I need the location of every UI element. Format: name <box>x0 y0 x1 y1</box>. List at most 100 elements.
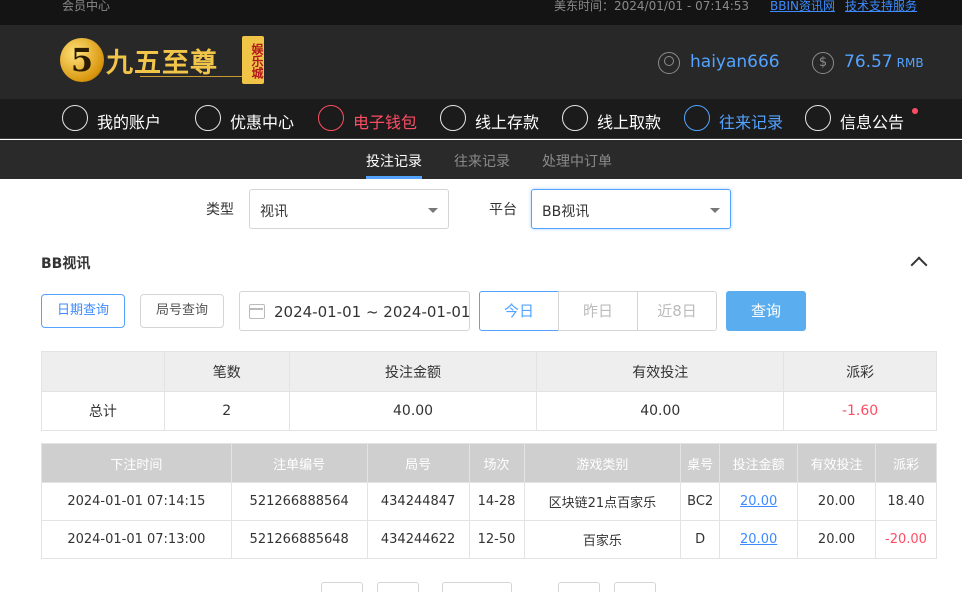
username: haiyan666 <box>690 52 780 72</box>
bet-amount-link[interactable]: 20.00 <box>740 494 777 509</box>
table-cell: 区块链21点百家乐 <box>523 482 682 521</box>
table-header: 场次 <box>468 443 525 483</box>
table-header: 派彩 <box>874 443 938 483</box>
records-icon <box>684 105 710 131</box>
nav-item-label: 信息公告 <box>840 113 905 132</box>
summary-header: 派彩 <box>783 351 937 392</box>
tech-support-link[interactable]: 技术支持服务 <box>845 0 917 12</box>
table-cell: 12-50 <box>468 520 525 559</box>
summary-cell: 40.00 <box>536 391 785 431</box>
summary-header <box>41 351 165 392</box>
logo-badge: 娱乐城 <box>242 36 264 84</box>
chevron-down-icon <box>710 208 720 213</box>
search-button[interactable]: 查询 <box>726 291 806 331</box>
platform-label: 平台 <box>489 202 517 218</box>
header: 5 九五至尊 娱乐城 haiyan666 $ 76.57 RMB <box>0 25 962 99</box>
nav-item-label: 线上取款 <box>597 113 662 132</box>
main-nav: 我的账户 优惠中心 电子钱包 线上存款 线上取款 往来记录 信息公告 <box>0 99 962 139</box>
logo-underline <box>140 76 250 84</box>
summary-cell: 总计 <box>41 391 165 431</box>
type-select[interactable]: 视讯 <box>249 189 449 229</box>
bet-amount-link[interactable]: 20.00 <box>740 532 777 547</box>
table-cell: BC2 <box>680 482 721 521</box>
nav-item-label: 往来记录 <box>719 113 784 132</box>
table-header: 游戏类别 <box>523 443 682 483</box>
round-query-button[interactable]: 局号查询 <box>140 294 224 328</box>
table-cell: 20.00 <box>797 482 876 521</box>
balance-amount: 76.57 <box>844 52 893 72</box>
eastern-time: 美东时间：2024/01/01 - 07:14:53 <box>554 0 750 13</box>
dollar-icon: $ <box>812 52 834 74</box>
table-header: 投注金额 <box>719 443 799 483</box>
logo-emblem-icon: 5 <box>60 38 104 82</box>
nav-item-label: 我的账户 <box>97 113 162 132</box>
notification-dot <box>912 108 918 114</box>
table-cell: 18.40 <box>874 482 938 521</box>
nav-item-label: 优惠中心 <box>230 113 295 132</box>
section-title: BB视讯 <box>41 256 91 272</box>
member-center-label: 会员中心 <box>62 0 111 13</box>
table-cell: 2024-01-01 07:13:00 <box>41 520 232 559</box>
logo-text: 九五至尊 <box>106 48 218 79</box>
type-label: 类型 <box>206 202 234 218</box>
table-header: 下注时间 <box>41 443 232 483</box>
type-select-value: 视讯 <box>260 204 288 220</box>
table-row: 2024-01-01 07:13:00 521266885648 4342446… <box>41 520 938 559</box>
summary-header: 有效投注 <box>536 351 785 392</box>
yesterday-button[interactable]: 昨日 <box>558 291 638 331</box>
table-header: 局号 <box>366 443 470 483</box>
chevron-up-icon[interactable] <box>911 255 925 269</box>
nav-item-label: 线上存款 <box>475 113 540 132</box>
user-icon <box>62 105 88 131</box>
table-cell: 434244622 <box>366 520 470 559</box>
summary-cell: -1.60 <box>783 391 937 431</box>
table-cell: 521266888564 <box>230 482 368 521</box>
top-bar: 会员中心 美东时间：2024/01/01 - 07:14:53 BBIN资讯网 … <box>0 0 962 25</box>
bell-icon <box>805 105 831 131</box>
calendar-icon <box>249 304 265 319</box>
summary-header: 投注金额 <box>288 351 538 392</box>
table-cell: 434244847 <box>366 482 470 521</box>
nav-item-label: 电子钱包 <box>353 113 418 132</box>
summary-row: 总计 2 40.00 40.00 -1.60 <box>41 391 937 431</box>
date-range-input[interactable]: 2024-01-01 ~ 2024-01-01 <box>239 291 470 331</box>
platform-select[interactable]: BB视讯 <box>531 189 731 229</box>
summary-cell: 40.00 <box>288 391 538 431</box>
last-8-days-button[interactable]: 近8日 <box>637 291 717 331</box>
table-cell: D <box>680 520 721 559</box>
pagination-first-button[interactable] <box>321 582 363 592</box>
platform-select-value: BB视讯 <box>542 204 590 220</box>
active-tab-underline <box>366 176 422 179</box>
summary-cell: 2 <box>163 391 290 431</box>
table-header: 有效投注 <box>797 443 876 483</box>
pagination-page-input[interactable] <box>442 582 512 592</box>
user-avatar-icon <box>658 52 680 74</box>
table-row: 2024-01-01 07:14:15 521266888564 4342448… <box>41 482 938 521</box>
wallet-icon <box>318 105 344 131</box>
bbin-news-link[interactable]: BBIN资讯网 <box>770 0 835 12</box>
table-header: 桌号 <box>680 443 721 483</box>
table-header: 注单编号 <box>230 443 368 483</box>
pagination-prev-button[interactable] <box>377 582 419 592</box>
bet-details-table: 下注时间 注单编号 局号 场次 游戏类别 桌号 投注金额 有效投注 派彩 202… <box>41 443 938 559</box>
table-header-row: 下注时间 注单编号 局号 场次 游戏类别 桌号 投注金额 有效投注 派彩 <box>41 443 938 483</box>
tab-pending-orders[interactable]: 处理中订单 <box>542 151 612 171</box>
chevron-down-icon <box>428 208 438 213</box>
table-cell: 521266885648 <box>230 520 368 559</box>
today-button[interactable]: 今日 <box>479 291 559 331</box>
tab-transaction-records[interactable]: 往来记录 <box>454 151 510 171</box>
balance-unit: RMB <box>896 56 924 70</box>
tab-bet-records[interactable]: 投注记录 <box>366 151 422 171</box>
withdraw-icon <box>562 105 588 131</box>
table-cell: -20.00 <box>874 520 938 559</box>
pagination-last-button[interactable] <box>614 582 656 592</box>
table-cell: 20.00 <box>797 520 876 559</box>
table-cell: 2024-01-01 07:14:15 <box>41 482 232 521</box>
date-range-value: 2024-01-01 ~ 2024-01-01 <box>274 303 471 321</box>
summary-table: 笔数 投注金额 有效投注 派彩 总计 2 40.00 40.00 -1.60 <box>41 351 937 431</box>
table-cell: 20.00 <box>719 520 799 559</box>
pagination-next-button[interactable] <box>558 582 600 592</box>
deposit-icon <box>440 105 466 131</box>
date-query-button[interactable]: 日期查询 <box>41 294 125 328</box>
sub-nav: 投注记录 往来记录 处理中订单 <box>0 140 962 179</box>
